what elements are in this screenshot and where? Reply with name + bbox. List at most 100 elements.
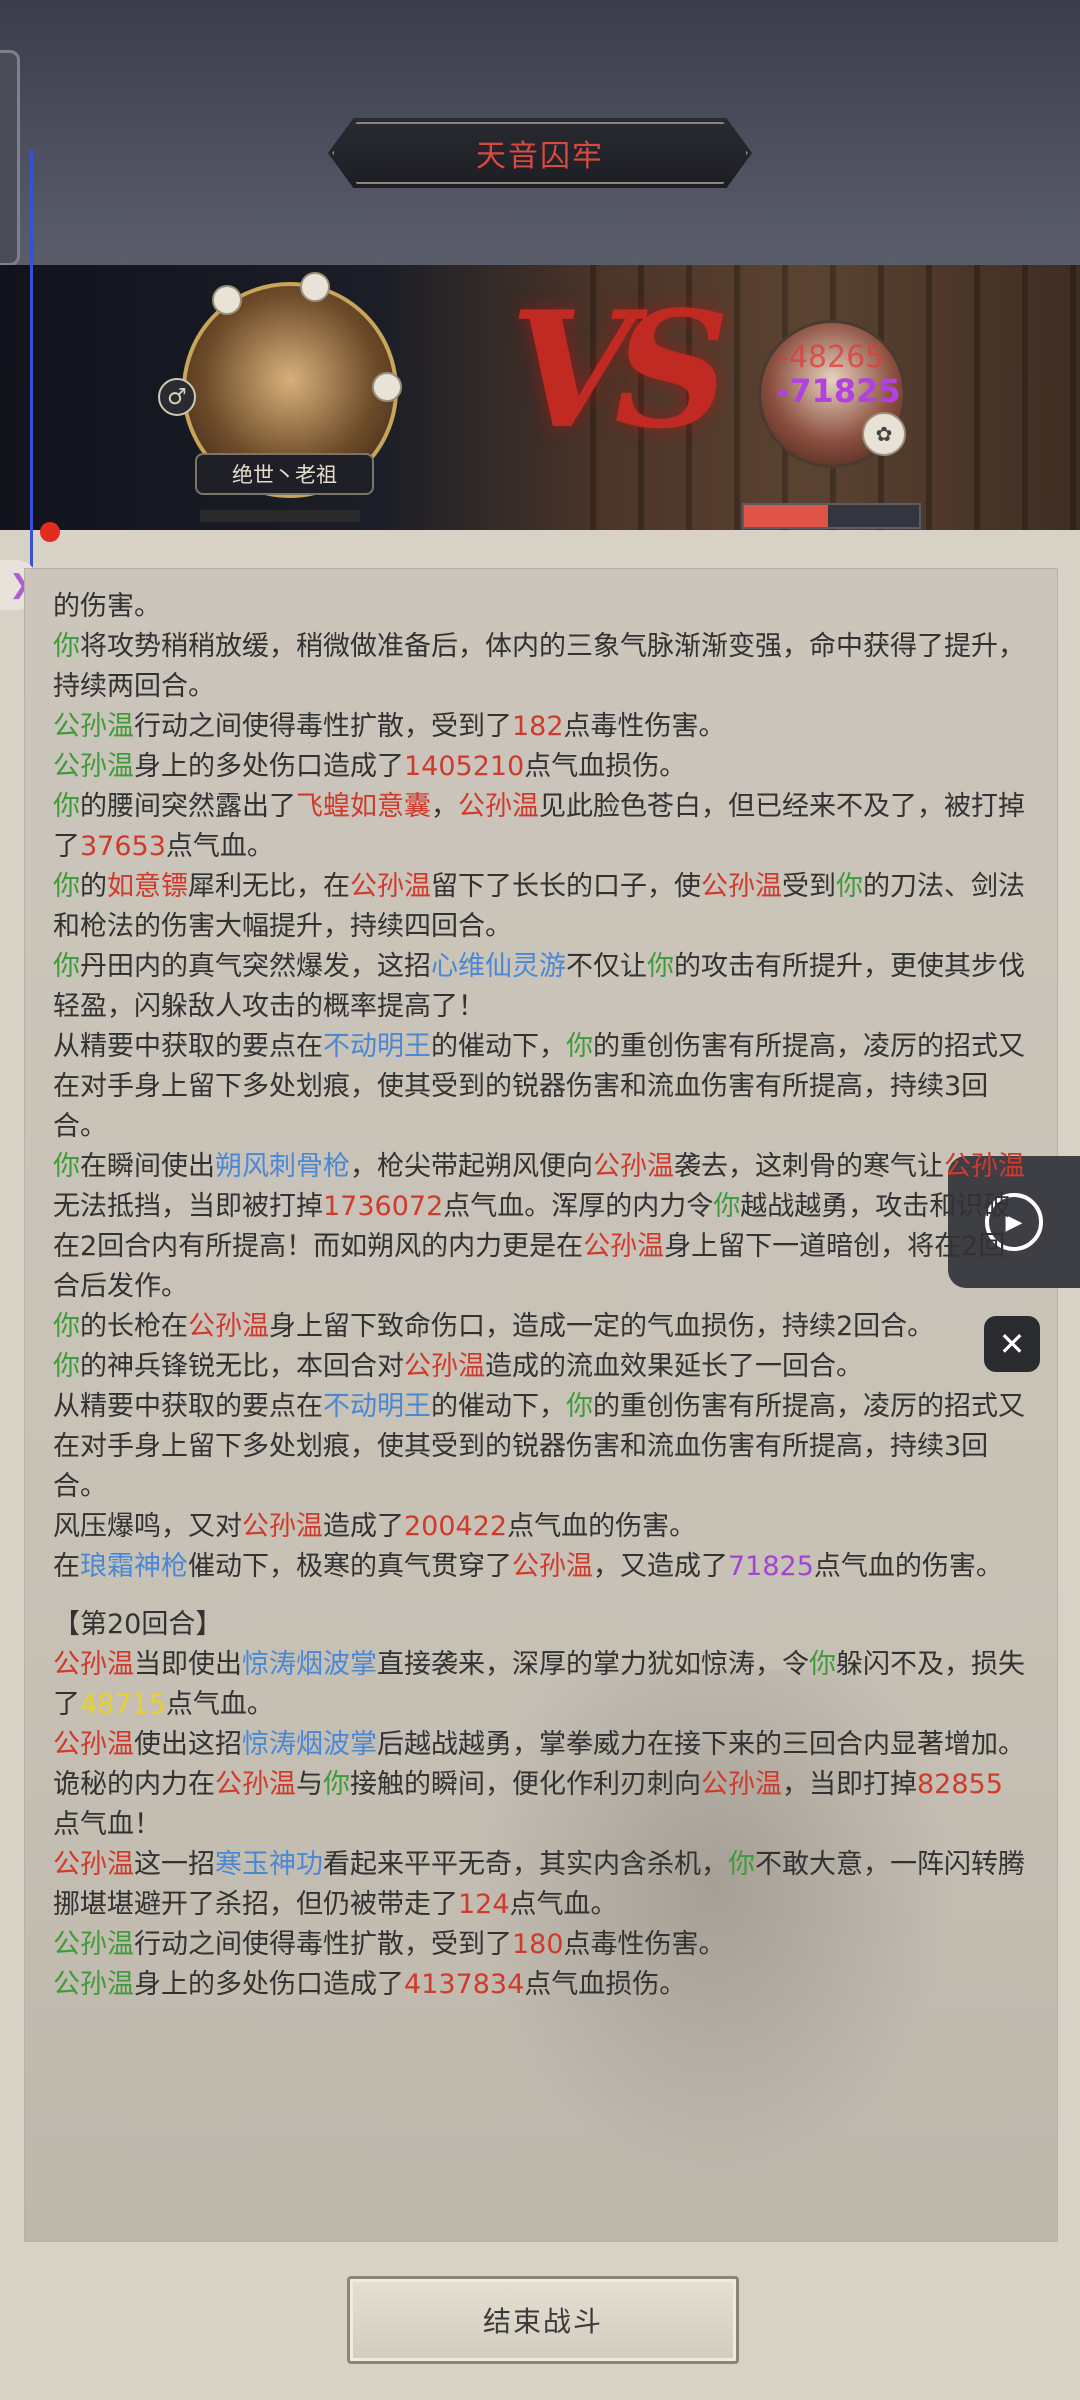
log-segment: 如意镖 xyxy=(107,871,188,902)
log-segment: 的催动下， xyxy=(431,1031,566,1062)
enemy-badge-icon: ✿ xyxy=(862,412,906,456)
log-segment: ，当即打掉 xyxy=(782,1769,917,1800)
log-line: 在琅霜神枪催动下，极寒的真气贯穿了公孙温，又造成了71825点气血的伤害。 xyxy=(53,1547,1029,1587)
log-line: 公孙温身上的多处伤口造成了4137834点气血损伤。 xyxy=(53,1965,1029,2005)
log-segment: 公孙温 xyxy=(53,1929,134,1960)
player-name: 绝世丶老祖 xyxy=(232,463,337,487)
log-line: 公孙温行动之间使得毒性扩散，受到了182点毒性伤害。 xyxy=(53,707,1029,747)
log-segment: 的神兵锋锐无比，本回合对 xyxy=(80,1351,404,1382)
log-segment: 公孙温 xyxy=(188,1311,269,1342)
log-segment: 风压爆鸣，又对 xyxy=(53,1511,242,1542)
log-segment: ， xyxy=(431,791,458,822)
log-segment: 袭去，这刺骨的寒气让 xyxy=(674,1151,944,1182)
page-title: 天音囚牢 xyxy=(476,139,604,174)
log-segment: 124 xyxy=(458,1889,510,1920)
log-segment: 从精要中获取的要点在 xyxy=(53,1031,323,1062)
log-segment: 公孙温 xyxy=(215,1769,296,1800)
enemy-hit-number: -71825 xyxy=(776,372,901,410)
log-segment: 犀利无比，在 xyxy=(188,871,350,902)
log-segment: 朔风刺骨枪 xyxy=(215,1151,350,1182)
title-plate: 天音囚牢 xyxy=(328,118,752,188)
log-segment: 从精要中获取的要点在 xyxy=(53,1391,323,1422)
log-segment: 82855 xyxy=(917,1769,1003,1800)
buff-dot-icon xyxy=(300,272,330,302)
log-segment: 公孙温 xyxy=(53,1969,134,2000)
log-segment: 与 xyxy=(296,1769,323,1800)
log-segment: 公孙温 xyxy=(53,1849,134,1880)
log-segment: 不仅让 xyxy=(566,951,647,982)
log-line: 公孙温当即使出惊涛烟波掌直接袭来，深厚的掌力犹如惊涛，令你躲闪不及，损失了487… xyxy=(53,1645,1029,1725)
log-segment: 造成的流血效果延长了一回合。 xyxy=(485,1351,863,1382)
battle-log-panel[interactable]: 的伤害。 你将攻势稍稍放缓，稍微做准备后，体内的三象气脉渐渐变强，命中获得了提升，… xyxy=(24,568,1058,2242)
log-segment: 的腰间突然露出了 xyxy=(80,791,296,822)
log-segment: 身上留下致命伤口，造成一定的气血损伤，持续2回合。 xyxy=(269,1311,935,1342)
enemy-hit-number: -48265 xyxy=(778,340,885,375)
log-segment: 你 xyxy=(53,871,80,902)
log-segment: 诡秘的内力在 xyxy=(53,1769,215,1800)
end-battle-button[interactable]: 结束战斗 xyxy=(347,2276,739,2364)
log-segment: 公孙温 xyxy=(53,711,134,742)
log-segment: 点气血！ xyxy=(53,1809,161,1840)
log-segment: 接触的瞬间，便化作利刃刺向 xyxy=(350,1769,701,1800)
log-segment: 你 xyxy=(566,1031,593,1062)
log-segment: 看起来平平无奇，其实内含杀机， xyxy=(323,1849,728,1880)
log-segment: 37653 xyxy=(80,831,166,862)
round-header: 【第20回合】 xyxy=(53,1609,223,1640)
log-line: 公孙温行动之间使得毒性扩散，受到了180点毒性伤害。 xyxy=(53,1925,1029,1965)
log-segment: 琅霜神枪 xyxy=(80,1551,188,1582)
log-segment: 飞蝗如意囊 xyxy=(296,791,431,822)
log-segment: 你 xyxy=(53,951,80,982)
log-segment: 在瞬间使出 xyxy=(80,1151,215,1182)
log-segment: 惊涛烟波掌 xyxy=(242,1729,377,1760)
log-segment: 身上的多处伤口造成了 xyxy=(134,751,404,782)
log-segment: 行动之间使得毒性扩散，受到了 xyxy=(134,1929,512,1960)
log-segment: 你 xyxy=(53,1151,80,1182)
notification-dot xyxy=(40,522,60,542)
log-line: 你丹田内的真气突然爆发，这招心维仙灵游不仅让你的攻击有所提升，更使其步伐轻盈，闪… xyxy=(53,947,1029,1027)
log-segment: 1736072 xyxy=(323,1191,444,1222)
log-segment: 公孙温 xyxy=(458,791,539,822)
log-segment: 公孙温 xyxy=(53,1649,134,1680)
log-line: 风压爆鸣，又对公孙温造成了200422点气血的伤害。 xyxy=(53,1507,1029,1547)
battle-log: 的伤害。 你将攻势稍稍放缓，稍微做准备后，体内的三象气脉渐渐变强，命中获得了提升，… xyxy=(25,569,1057,2005)
log-segment: 点气血损伤。 xyxy=(524,1969,687,2000)
log-segment: ，又造成了 xyxy=(593,1551,728,1582)
edge-decoration xyxy=(0,150,33,630)
buff-dot-icon xyxy=(372,372,402,402)
log-segment: 心维仙灵游 xyxy=(431,951,566,982)
log-segment: 的伤害。 xyxy=(53,591,161,622)
log-line: 公孙温这一招寒玉神功看起来平平无奇，其实内含杀机，你不敢大意，一阵闪转腾挪堪堪避… xyxy=(53,1845,1029,1925)
end-battle-label: 结束战斗 xyxy=(482,2305,603,2338)
log-segment: 的催动下， xyxy=(431,1391,566,1422)
log-segment: 点气血。 xyxy=(165,1689,274,1720)
log-segment: 惊涛烟波掌 xyxy=(242,1649,377,1680)
log-segment: 后越战越勇，掌拳威力在接下来的三回合内显著增加。 xyxy=(377,1729,1025,1760)
log-line: 公孙温使出这招惊涛烟波掌后越战越勇，掌拳威力在接下来的三回合内显著增加。 xyxy=(53,1725,1029,1765)
log-segment: 公孙温 xyxy=(944,1151,1025,1182)
log-segment: 你 xyxy=(53,791,80,822)
log-segment: 你 xyxy=(53,1351,80,1382)
log-segment: 你 xyxy=(713,1191,741,1222)
log-segment: 点毒性伤害。 xyxy=(563,1929,726,1960)
log-line: 你的腰间突然露出了飞蝗如意囊，公孙温见此脸色苍白，但已经来不及了，被打掉了376… xyxy=(53,787,1029,867)
log-line: 你的神兵锋锐无比，本回合对公孙温造成的流血效果延长了一回合。 xyxy=(53,1347,1029,1387)
log-line: 从精要中获取的要点在不动明王的催动下，你的重创伤害有所提高，凌厉的招式又在对手身… xyxy=(53,1027,1029,1147)
log-segment: 200422 xyxy=(404,1511,508,1542)
log-line: 从精要中获取的要点在不动明王的催动下，你的重创伤害有所提高，凌厉的招式又在对手身… xyxy=(53,1387,1029,1507)
log-segment: 你 xyxy=(647,951,674,982)
log-segment: 公孙温 xyxy=(242,1511,323,1542)
enemy-hp-fill xyxy=(744,505,828,527)
log-segment: 你 xyxy=(53,631,80,662)
log-segment: 公孙温 xyxy=(404,1351,485,1382)
log-segment: 你 xyxy=(323,1769,350,1800)
log-line: 的伤害。 xyxy=(53,587,1029,627)
log-segment: 点气血的伤害。 xyxy=(507,1511,697,1542)
log-segment: 182 xyxy=(512,711,564,742)
log-segment: 点气血的伤害。 xyxy=(813,1551,1003,1582)
log-segment: 1405210 xyxy=(404,751,525,782)
log-segment: 你 xyxy=(566,1391,593,1422)
log-segment: 点气血损伤。 xyxy=(524,751,687,782)
log-segment: 公孙温 xyxy=(512,1551,593,1582)
log-line: 你的长枪在公孙温身上留下致命伤口，造成一定的气血损伤，持续2回合。 xyxy=(53,1307,1029,1347)
log-segment: 丹田内的真气突然爆发，这招 xyxy=(80,951,431,982)
